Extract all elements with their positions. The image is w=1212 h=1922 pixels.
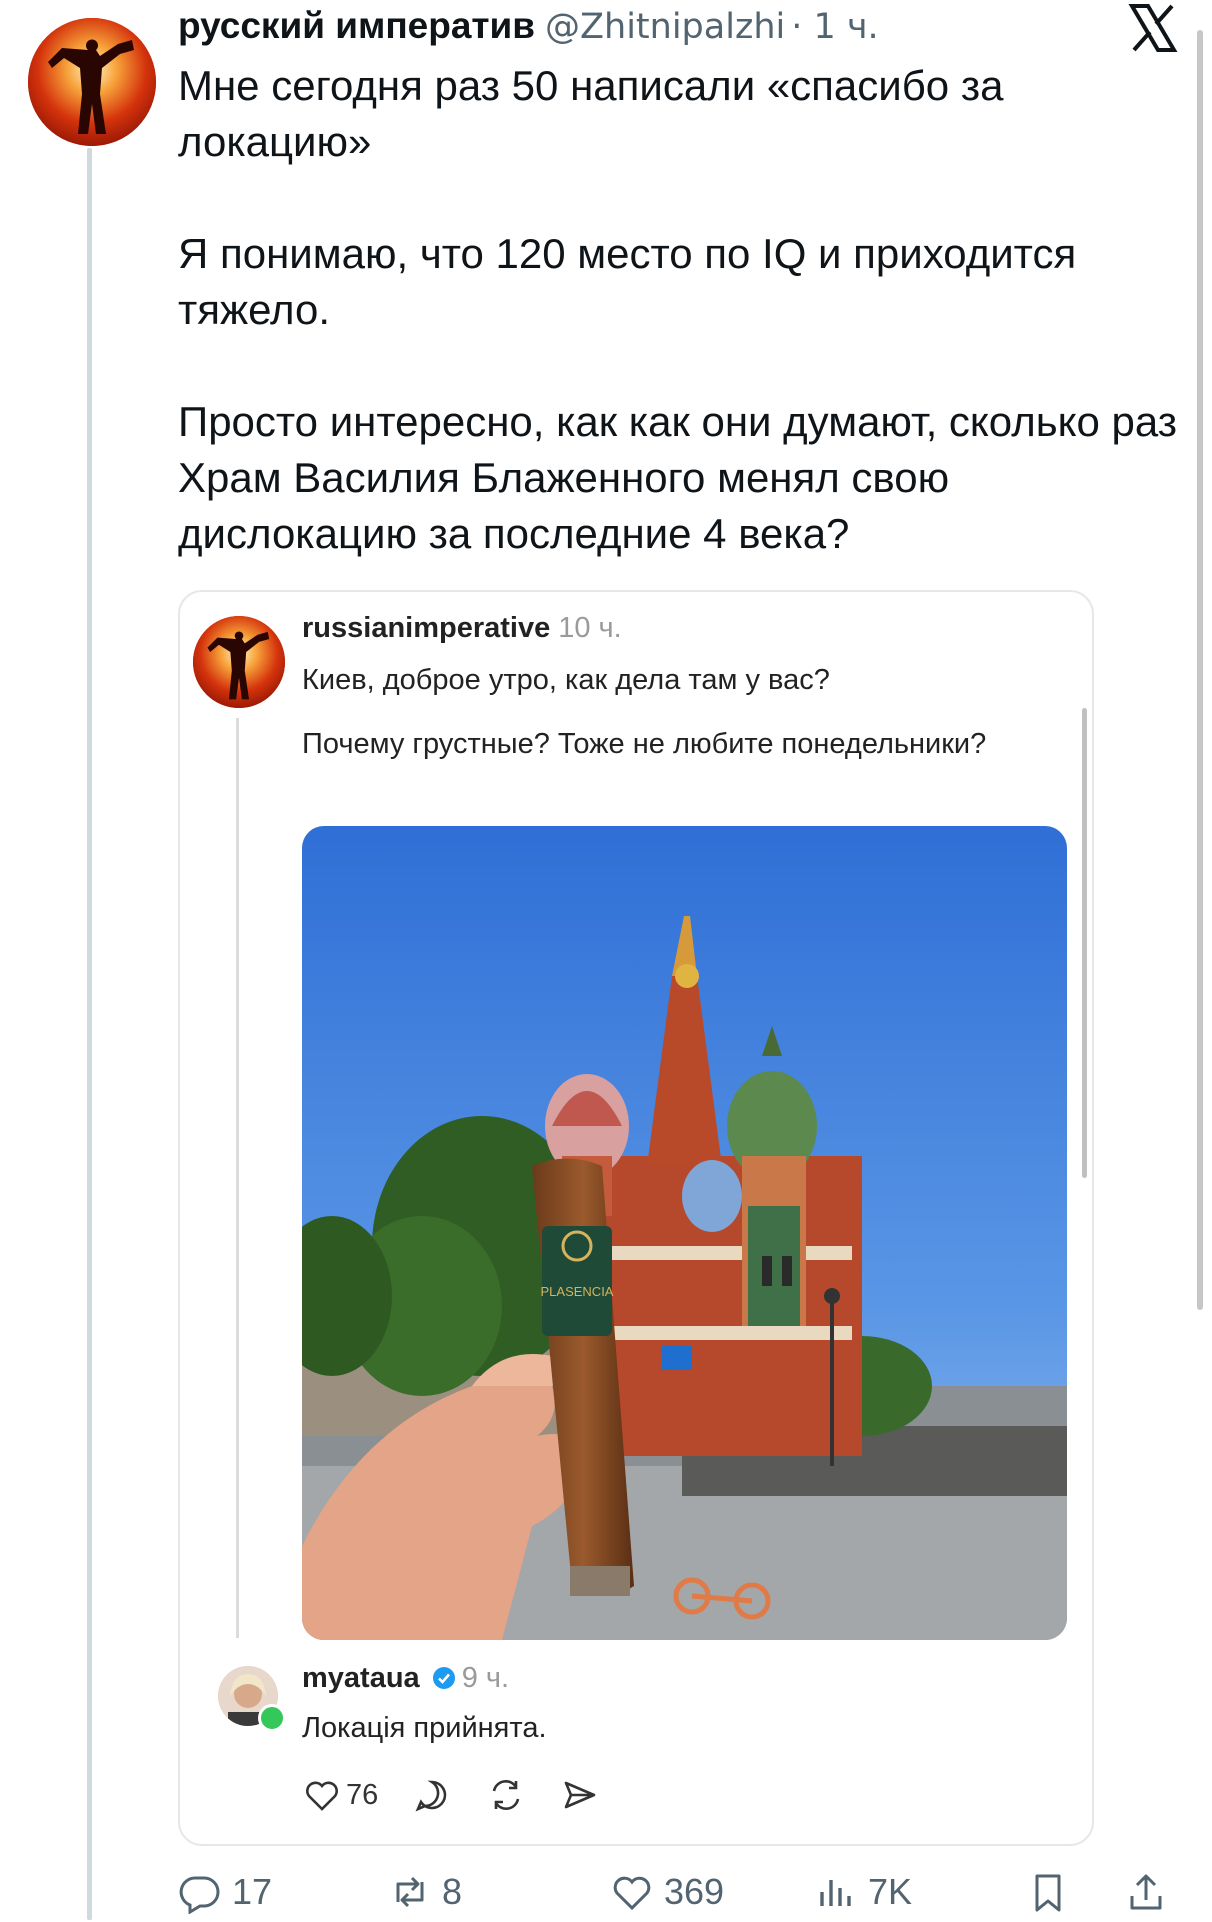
inner-scrollbar [1082, 708, 1087, 1178]
online-status-dot [258, 1704, 286, 1732]
share-button[interactable] [1124, 1862, 1178, 1922]
reply-actions: 76 [302, 1770, 634, 1820]
comment-icon [179, 1876, 220, 1914]
page-scrollbar[interactable] [1197, 30, 1203, 1310]
like-count: 369 [664, 1871, 725, 1912]
quoted-time: 10 ч. [558, 612, 622, 644]
post-header: русский императив @Zhitnipalzhi · 1 ч. [178, 4, 879, 49]
reply-button[interactable]: 17 [178, 1862, 272, 1922]
repost-button[interactable]: 8 [388, 1862, 462, 1922]
x-logo-icon [1128, 3, 1178, 52]
reply-text: Локація прийнята. [302, 1712, 547, 1744]
quoted-avatar[interactable] [193, 616, 285, 708]
quoted-username[interactable]: russianimperative [302, 612, 550, 644]
quoted-text-line: Киев, доброе утро, как дела там у вас? [302, 664, 830, 696]
quoted-thread-line [236, 718, 239, 1638]
reply-like-button[interactable]: 76 [302, 1775, 378, 1815]
repost-count: 8 [442, 1871, 463, 1912]
view-count: 7K [868, 1871, 913, 1912]
views-icon [820, 1880, 851, 1906]
like-button[interactable]: 369 [610, 1862, 724, 1922]
author-handle[interactable]: @Zhitnipalzhi [545, 7, 785, 47]
reply-repost-button[interactable] [486, 1775, 526, 1815]
bookmark-button[interactable] [1026, 1862, 1080, 1922]
author-avatar[interactable] [28, 18, 156, 146]
send-icon [564, 1781, 596, 1809]
comment-icon [415, 1780, 447, 1812]
repost-icon [396, 1876, 424, 1908]
author-name[interactable]: русский императив [178, 5, 535, 46]
cigar-band-label: PLASENCIA [541, 1284, 614, 1299]
reply-share-button[interactable] [560, 1775, 600, 1815]
cathedral-photo[interactable]: PLASENCIA [302, 826, 1067, 1640]
reply-username[interactable]: myataua [302, 1662, 420, 1694]
post-time: · 1 ч. [791, 7, 879, 47]
quoted-header: russianimperative 10 ч. [302, 608, 622, 648]
heart-icon [613, 1876, 651, 1911]
post-paragraph: Просто интересно, как как они думают, ск… [178, 398, 1177, 557]
post-action-bar: 17 8 369 7K [178, 1862, 1178, 1922]
bookmark-icon [1035, 1874, 1061, 1912]
reply-count: 17 [232, 1871, 273, 1912]
post-body: Мне сегодня раз 50 написали «спасибо за … [178, 58, 1178, 562]
post-paragraph: Мне сегодня раз 50 написали «спасибо за … [178, 62, 1004, 165]
share-icon [1130, 1874, 1162, 1910]
reply-like-count: 76 [346, 1778, 379, 1811]
repost-icon [492, 1780, 520, 1810]
verified-badge-icon [432, 1667, 455, 1689]
reply-time: 9 ч. [461, 1662, 510, 1694]
thread-line [87, 148, 92, 1920]
views-button[interactable]: 7K [814, 1862, 912, 1922]
quoted-text-line: Почему грустные? Тоже не любите понедель… [302, 728, 987, 760]
heart-icon [306, 1781, 338, 1811]
reply-comment-button[interactable] [412, 1775, 452, 1815]
reply-header: myataua 9 ч. [302, 1658, 509, 1698]
post-paragraph: Я понимаю, что 120 место по IQ и приходи… [178, 230, 1077, 333]
